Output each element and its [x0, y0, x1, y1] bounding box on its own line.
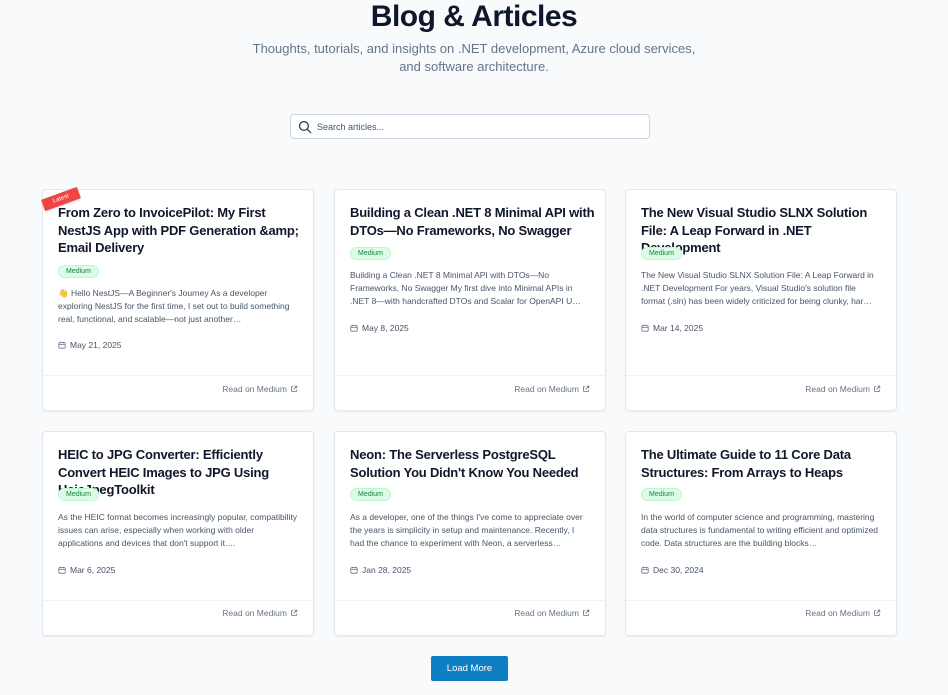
article-date-text: Jan 28, 2025: [362, 565, 412, 575]
read-on-medium-label: Read on Medium: [514, 608, 579, 618]
read-on-medium-label: Read on Medium: [805, 608, 870, 618]
article-date: Dec 30, 2024: [641, 565, 704, 575]
read-on-medium-label: Read on Medium: [222, 384, 287, 394]
blog-page: Blog & Articles Thoughts, tutorials, and…: [0, 0, 948, 695]
external-link-icon: [291, 609, 298, 616]
article-title[interactable]: From Zero to InvoicePilot: My First Nest…: [58, 204, 303, 257]
article-title[interactable]: The Ultimate Guide to 11 Core Data Struc…: [641, 446, 886, 481]
external-link-icon: [291, 385, 298, 392]
source-badge: Medium: [350, 488, 391, 501]
article-excerpt: As a developer, one of the things I've c…: [350, 512, 583, 548]
article-date: May 8, 2025: [350, 323, 409, 333]
article-card[interactable]: Neon: The Serverless PostgreSQL Solution…: [334, 431, 606, 636]
card-divider: [626, 600, 896, 601]
article-title[interactable]: Neon: The Serverless PostgreSQL Solution…: [350, 446, 595, 481]
search-icon: [298, 120, 312, 133]
article-card[interactable]: The New Visual Studio SLNX Solution File…: [625, 189, 897, 411]
external-link-icon: [874, 385, 881, 392]
card-divider: [43, 600, 313, 601]
read-on-medium-link[interactable]: Read on Medium: [222, 608, 298, 618]
source-badge: Medium: [641, 488, 682, 501]
card-divider: [335, 375, 605, 376]
article-card[interactable]: Building a Clean .NET 8 Minimal API with…: [334, 189, 606, 411]
external-link-icon: [583, 385, 590, 392]
article-card[interactable]: The Ultimate Guide to 11 Core Data Struc…: [625, 431, 897, 636]
read-on-medium-link[interactable]: Read on Medium: [805, 384, 881, 394]
card-divider: [335, 600, 605, 601]
read-on-medium-link[interactable]: Read on Medium: [222, 384, 298, 394]
article-card[interactable]: HEIC to JPG Converter: Efficiently Conve…: [42, 431, 314, 636]
article-date-text: Dec 30, 2024: [653, 565, 704, 575]
article-date-text: May 21, 2025: [70, 340, 122, 350]
read-on-medium-label: Read on Medium: [805, 384, 870, 394]
article-excerpt: Building a Clean .NET 8 Minimal API with…: [350, 270, 581, 306]
calendar-icon: [641, 566, 649, 574]
read-on-medium-link[interactable]: Read on Medium: [514, 384, 590, 394]
article-title[interactable]: Building a Clean .NET 8 Minimal API with…: [350, 204, 595, 239]
article-date: Mar 6, 2025: [58, 565, 115, 575]
card-divider: [626, 375, 896, 376]
external-link-icon: [874, 609, 881, 616]
calendar-icon: [58, 566, 66, 574]
article-excerpt: The New Visual Studio SLNX Solution File…: [641, 270, 874, 306]
article-excerpt: 👋 Hello NestJS—A Beginner's Journey As a…: [58, 288, 290, 324]
article-date-text: May 8, 2025: [362, 323, 409, 333]
load-more-button[interactable]: Load More: [431, 656, 508, 681]
calendar-icon: [350, 566, 358, 574]
calendar-icon: [350, 324, 358, 332]
page-title: Blog & Articles: [370, 0, 578, 33]
card-divider: [43, 375, 313, 376]
external-link-icon: [583, 609, 590, 616]
read-on-medium-label: Read on Medium: [222, 608, 287, 618]
article-date: Jan 28, 2025: [350, 565, 411, 575]
read-on-medium-label: Read on Medium: [514, 384, 579, 394]
search-input[interactable]: [317, 121, 637, 132]
source-badge: Medium: [58, 265, 99, 278]
calendar-icon: [58, 341, 66, 349]
article-date-text: Mar 6, 2025: [70, 565, 116, 575]
read-on-medium-link[interactable]: Read on Medium: [805, 608, 881, 618]
article-date: Mar 14, 2025: [641, 323, 703, 333]
article-date: May 21, 2025: [58, 340, 122, 350]
article-excerpt: In the world of computer science and pro…: [641, 512, 879, 548]
article-excerpt: As the HEIC format becomes increasingly …: [58, 512, 298, 548]
article-date-text: Mar 14, 2025: [653, 323, 704, 333]
source-badge: Medium: [58, 488, 99, 501]
calendar-icon: [641, 324, 649, 332]
page-subtitle: Thoughts, tutorials, and insights on .NE…: [252, 41, 696, 74]
source-badge: Medium: [350, 247, 391, 260]
source-badge: Medium: [641, 247, 682, 260]
article-card[interactable]: From Zero to InvoicePilot: My First Nest…: [42, 189, 314, 411]
read-on-medium-link[interactable]: Read on Medium: [514, 608, 590, 618]
search-box[interactable]: [290, 114, 650, 139]
